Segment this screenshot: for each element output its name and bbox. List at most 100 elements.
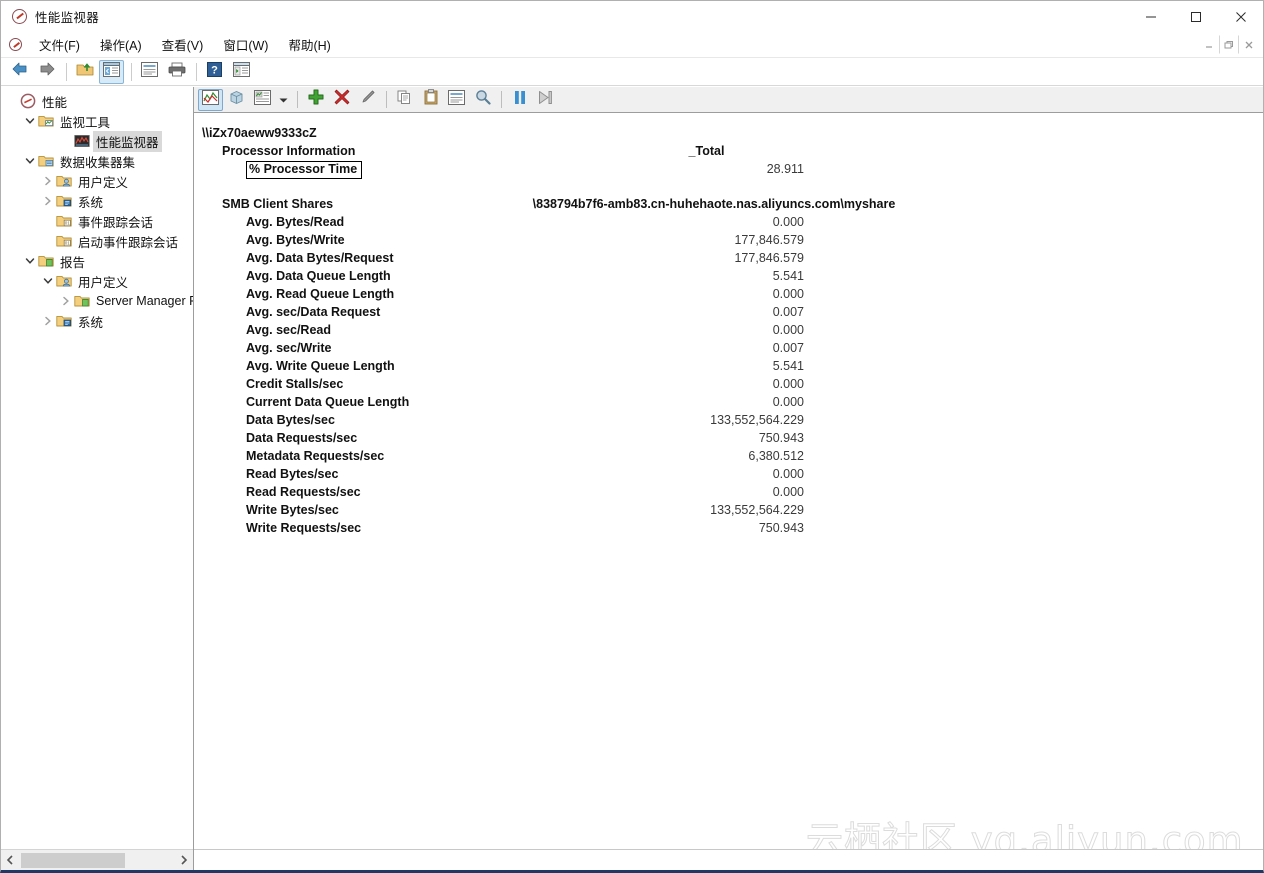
view-graph-button[interactable] (198, 88, 223, 111)
chevron-right-icon[interactable] (41, 191, 55, 211)
tree-item-6[interactable]: 01 事件跟踪会话 (1, 211, 193, 231)
delete-counter-button[interactable] (329, 89, 354, 111)
report-counter-row[interactable]: Current Data Queue Length 0.000 (194, 393, 1263, 411)
report-counter-row[interactable]: Avg. sec/Data Request 0.007 (194, 303, 1263, 321)
report-object-name: Processor Information (222, 144, 356, 158)
tree-item-0[interactable]: 性能 (1, 91, 193, 111)
highlight-button[interactable] (355, 89, 380, 111)
report-counter-row[interactable]: Avg. Write Queue Length 5.541 (194, 357, 1263, 375)
report-panel: \\iZx70aeww9333cZ Processor Information _T… (194, 87, 1263, 870)
performance-root-icon (19, 92, 37, 110)
report-counter-row[interactable]: Write Requests/sec 750.943 (194, 519, 1263, 537)
report-view-icon (254, 89, 271, 110)
print-button[interactable] (164, 60, 189, 84)
tree-item-3[interactable]: 数据收集器集 (1, 151, 193, 171)
report-counter-row[interactable]: Read Requests/sec 0.000 (194, 483, 1263, 501)
report-counter-row[interactable]: Data Bytes/sec 133,552,564.229 (194, 411, 1263, 429)
tree-item-9[interactable]: 用户定义 (1, 271, 193, 291)
selected-counter-label[interactable]: % Processor Time (246, 161, 363, 179)
chevron-left-icon[interactable] (1, 849, 19, 870)
tree-item-7[interactable]: 01 启动事件跟踪会话 (1, 231, 193, 251)
update-data-button[interactable] (533, 89, 558, 111)
view-report-button[interactable] (250, 89, 275, 111)
show-hide-console-tree-button[interactable] (99, 59, 124, 84)
maximize-button[interactable] (1173, 1, 1218, 32)
minimize-button[interactable] (1128, 1, 1173, 32)
report-counter-row[interactable]: Metadata Requests/sec 6,380.512 (194, 447, 1263, 465)
chevron-down-icon[interactable] (23, 251, 37, 271)
copy-properties-button[interactable] (392, 89, 417, 111)
chevron-down-icon[interactable] (23, 111, 37, 131)
mdi-close-button[interactable] (1239, 35, 1259, 54)
properties-button[interactable] (444, 89, 469, 111)
tree-horizontal-scrollbar[interactable] (1, 849, 193, 870)
report-counter-row[interactable]: Write Bytes/sec 133,552,564.229 (194, 501, 1263, 519)
menu-window[interactable]: 窗口(W) (213, 32, 278, 57)
report-counter-row[interactable]: Data Requests/sec 750.943 (194, 429, 1263, 447)
report-counter-row[interactable]: Avg. Data Queue Length 5.541 (194, 267, 1263, 285)
folder-system-icon (55, 192, 73, 210)
tree-item-10[interactable]: Server Manager P (1, 291, 193, 311)
report-counter-row[interactable]: % Processor Time 28.911 (194, 160, 1263, 180)
forward-button[interactable] (34, 60, 59, 84)
chevron-right-icon[interactable] (59, 291, 73, 311)
chevron-right-icon[interactable] (41, 311, 55, 331)
freeze-display-button[interactable] (507, 89, 532, 111)
toolbar-separator (66, 62, 67, 81)
tree-item-2[interactable]: 性能监视器 (1, 130, 193, 152)
report-counter-value: 133,552,564.229 (710, 503, 804, 517)
tree-item-8[interactable]: 报告 (1, 251, 193, 271)
menu-action[interactable]: 操作(A) (90, 32, 152, 57)
tree-item-5[interactable]: 系统 (1, 191, 193, 211)
tree-item-4[interactable]: 用户定义 (1, 171, 193, 191)
paste-counter-list-button[interactable] (418, 89, 443, 111)
view-histogram-button[interactable] (224, 89, 249, 111)
tree-item-label: 性能监视器 (93, 130, 162, 152)
back-button[interactable] (7, 60, 32, 84)
new-window-button[interactable] (229, 60, 254, 84)
console-tree-icon (103, 61, 120, 82)
menu-help[interactable]: 帮助(H) (278, 32, 340, 57)
report-counter-value: 0.000 (772, 323, 804, 337)
scrollbar-thumb[interactable] (21, 852, 125, 868)
menu-file[interactable]: 文件(F) (29, 32, 90, 57)
report-counter-row[interactable]: Avg. Data Bytes/Request 177,846.579 (194, 249, 1263, 267)
chevron-right-icon[interactable] (175, 849, 193, 870)
report-counter-value: 0.000 (772, 377, 804, 391)
report-counter-row[interactable]: Read Bytes/sec 0.000 (194, 465, 1263, 483)
report-counter-row[interactable]: Avg. sec/Write 0.007 (194, 339, 1263, 357)
svg-text:?: ? (211, 64, 218, 76)
properties-button[interactable] (137, 60, 162, 84)
mdi-restore-button[interactable] (1219, 35, 1239, 54)
report-counter-row[interactable]: Avg. Bytes/Read 0.000 (194, 213, 1263, 231)
report-counter-name: Avg. Read Queue Length (246, 287, 395, 301)
report-counter-row[interactable]: Avg. Bytes/Write 177,846.579 (194, 231, 1263, 249)
up-one-level-button[interactable] (72, 60, 97, 84)
scrollbar-track[interactable] (19, 849, 175, 870)
console-tree[interactable]: 性能 监视工具 性能监视器 数据收集器集 用户定义 系统 01 事件跟踪会话 01 启动事件跟踪会… (1, 87, 193, 848)
help-button[interactable]: ? (202, 60, 227, 84)
chevron-down-icon[interactable] (41, 271, 55, 291)
chevron-down-icon[interactable] (23, 151, 37, 171)
mdi-minimize-button[interactable] (1199, 35, 1219, 54)
chevron-right-icon[interactable] (41, 171, 55, 191)
tree-item-11[interactable]: 系统 (1, 311, 193, 331)
report-counter-name: Credit Stalls/sec (246, 377, 344, 391)
menu-view[interactable]: 查看(V) (152, 32, 214, 57)
view-dropdown-button[interactable] (276, 89, 291, 111)
tree-item-1[interactable]: 监视工具 (1, 111, 193, 131)
close-button[interactable] (1218, 1, 1263, 32)
report-counter-row[interactable]: Avg. sec/Read 0.000 (194, 321, 1263, 339)
report-counter-name: Avg. Bytes/Write (246, 233, 345, 247)
report-counter-name: % Processor Time (194, 160, 363, 179)
app-menu-icon[interactable] (7, 36, 24, 53)
add-counters-button[interactable] (303, 89, 328, 111)
report-counter-row[interactable]: Credit Stalls/sec 0.000 (194, 375, 1263, 393)
arrow-right-icon (38, 61, 56, 82)
zoom-button[interactable] (470, 89, 495, 111)
plus-green-icon (308, 89, 324, 110)
clipboard-paste-icon (424, 89, 438, 110)
report-counter-row[interactable]: Avg. Read Queue Length 0.000 (194, 285, 1263, 303)
